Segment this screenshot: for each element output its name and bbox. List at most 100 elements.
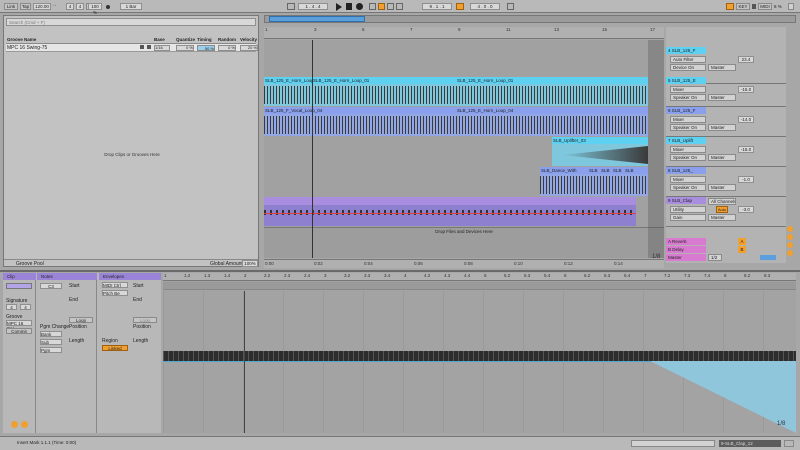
note-key-field[interactable]: C3 xyxy=(40,283,62,289)
master-cue[interactable]: 1/2 xyxy=(708,254,722,261)
bank-field[interactable]: Bank xyxy=(40,331,62,337)
param-chooser[interactable]: Speaker On xyxy=(670,94,706,101)
audio-clip[interactable]: SLB_125_E_Horn_Loop_01 xyxy=(456,77,648,106)
track-value[interactable]: 23.4 xyxy=(738,56,754,63)
device-chooser[interactable]: Mixer xyxy=(670,146,706,153)
track-value[interactable]: -3.0 xyxy=(738,206,754,213)
midi-clip[interactable] xyxy=(264,197,636,226)
record-icon[interactable] xyxy=(356,3,363,10)
loop-icon[interactable] xyxy=(396,3,403,10)
param-chooser[interactable]: Speaker On xyxy=(670,184,706,191)
track-header[interactable]: 7 SLB_Uplift Mixer Speaker On -15.0 Mast… xyxy=(666,137,786,167)
auto-button[interactable]: Auto xyxy=(716,206,728,213)
clip-circle-icon-2[interactable] xyxy=(21,421,28,428)
pgm-field[interactable]: Pgm xyxy=(40,347,62,353)
sends-toggle-icon[interactable] xyxy=(787,234,793,240)
groove-row[interactable]: MPC 16 Swing-75 1/16 0 % 50 % 0 % 20 % xyxy=(6,44,258,52)
track-lane[interactable] xyxy=(264,40,664,78)
track-name[interactable]: 7 SLB_Uplift xyxy=(666,137,706,144)
follow-icon[interactable] xyxy=(287,3,295,10)
automation-arm-icon[interactable] xyxy=(378,3,385,10)
groove-velocity[interactable]: 20 % xyxy=(240,45,258,51)
overview-strip[interactable] xyxy=(264,15,796,23)
position-field[interactable]: 1 . 4 . 4 xyxy=(298,3,328,10)
editor-fraction[interactable]: 1/8 xyxy=(777,421,785,427)
param-chooser[interactable]: Device On xyxy=(670,64,706,71)
audio-clip[interactable]: SLB xyxy=(612,167,624,196)
return-sends[interactable]: A xyxy=(738,238,746,245)
sub-field[interactable]: Sub xyxy=(40,339,62,345)
env-device-chooser[interactable]: MIDI Ctrl xyxy=(102,282,128,288)
groove-base[interactable]: 1/16 xyxy=(154,45,170,51)
groove-random[interactable]: 0 % xyxy=(218,45,236,51)
audio-clip[interactable]: SLB xyxy=(624,167,648,196)
overview-window[interactable] xyxy=(269,16,365,22)
loop-brace[interactable] xyxy=(163,282,796,290)
zoom-field[interactable]: 100 % xyxy=(88,3,102,15)
global-amount-field[interactable]: 100% xyxy=(242,260,258,267)
loop-length-field[interactable]: 4 . 0 . 0 xyxy=(470,3,500,10)
track-lane[interactable]: SLB_Dance_With SLB SLB SLB SLB xyxy=(264,167,664,198)
track-name[interactable]: 8 SLB_125_ xyxy=(666,167,706,174)
groove-timing[interactable]: 50 % xyxy=(197,45,215,51)
track-name[interactable]: 9 SLB_Clap xyxy=(666,197,706,204)
track-lane[interactable]: SLB_125_F_Vocal_Loop_04 SLB_125_E_Horn_L… xyxy=(264,107,664,138)
time-ruler[interactable]: 0:00 0:02 0:04 0:06 0:08 0:10 0:12 0:14 xyxy=(264,259,664,268)
arrangement-tracks[interactable]: SLB_125_E_Horn_Loop_01 SLB_125_E_Horn_Lo… xyxy=(264,40,664,258)
arr-fraction[interactable]: 1/8 xyxy=(652,254,660,260)
quantize-menu[interactable]: 1 Bar xyxy=(120,3,142,10)
param-chooser[interactable]: Speaker On xyxy=(670,124,706,131)
return-name[interactable]: B Delay xyxy=(666,246,706,253)
track-lane[interactable]: SLB_Uplifter_03 xyxy=(264,137,664,168)
return-name[interactable]: A Reverb xyxy=(666,238,706,245)
track-header[interactable]: 8 SLB_125_ Mixer Speaker On -1.0 Master xyxy=(666,167,786,197)
device-chooser[interactable]: Utility xyxy=(670,206,706,213)
signature-numerator[interactable]: 4 xyxy=(66,3,74,10)
track-header[interactable]: 5 SLB_125_E Mixer Speaker On -15.0 Maste… xyxy=(666,77,786,107)
tempo-field[interactable]: 120.00 xyxy=(33,3,51,10)
output-routing[interactable]: Master xyxy=(708,64,736,71)
return-track[interactable]: B Delay B xyxy=(666,246,786,254)
output-routing[interactable]: Master xyxy=(708,214,736,221)
audio-clip[interactable]: SLB_125_E_Horn_Loop_01 xyxy=(312,77,456,106)
param-chooser[interactable]: Speaker On xyxy=(670,154,706,161)
output-routing[interactable]: Master xyxy=(708,184,736,191)
io-toggle-icon[interactable] xyxy=(787,226,793,232)
computer-keyboard-icon[interactable] xyxy=(726,3,734,10)
input-chooser[interactable]: All Channels xyxy=(708,198,736,205)
midi-map-button[interactable]: MIDI xyxy=(758,3,772,10)
stop-icon[interactable] xyxy=(346,3,352,10)
track-name[interactable]: 5 SLB_125_E xyxy=(666,77,706,84)
env-param-chooser[interactable]: Pitch Be xyxy=(102,290,128,296)
audio-clip[interactable]: SLB_Dance_With xyxy=(540,167,588,196)
status-track[interactable]: 9-SLB_Clap_12 xyxy=(719,440,781,447)
device-chooser[interactable]: Mixer xyxy=(670,86,706,93)
arrangement-ruler[interactable]: 1 3 5 7 9 11 13 15 17 xyxy=(264,27,664,39)
audio-clip[interactable]: SLB xyxy=(600,167,612,196)
metronome-icon[interactable]: ‧‧ xyxy=(53,4,61,9)
signature-denominator[interactable]: 4 xyxy=(76,3,84,10)
status-icon[interactable] xyxy=(784,440,794,447)
key-map-button[interactable]: KEY xyxy=(736,3,750,10)
note-lane[interactable] xyxy=(163,351,796,361)
output-routing[interactable]: Master xyxy=(708,124,736,131)
track-name[interactable]: 6 SLB_125_F xyxy=(666,107,706,114)
device-chooser[interactable]: Mixer xyxy=(670,176,706,183)
draw-mode-icon[interactable] xyxy=(507,3,514,10)
env-loop-button[interactable]: Loop xyxy=(133,317,157,323)
loop-start-field[interactable]: 9 . 1 . 1 xyxy=(422,3,452,10)
tap-button[interactable]: Tap xyxy=(20,3,31,10)
audio-clip[interactable]: SLB_125_F_Vocal_Loop_04 xyxy=(264,107,456,136)
loop-switch-icon[interactable] xyxy=(456,3,464,10)
track-value[interactable]: -14.0 xyxy=(738,116,754,123)
device-chooser[interactable]: Auto Filter xyxy=(670,56,706,63)
search-input[interactable]: Search (Cmd + F) xyxy=(6,18,256,26)
return-track[interactable]: A Reverb A xyxy=(666,238,786,246)
return-sends[interactable]: B xyxy=(738,246,746,253)
track-header[interactable]: 6 SLB_125_F Mixer Speaker On -14.0 Maste… xyxy=(666,107,786,137)
clip-sig-num[interactable]: 4 xyxy=(6,304,17,310)
notes-loop-button[interactable]: Loop xyxy=(69,317,93,323)
track-lane[interactable] xyxy=(264,197,664,228)
commit-button[interactable]: Commit xyxy=(6,328,32,334)
track-lane[interactable]: SLB_125_E_Horn_Loop_01 SLB_125_E_Horn_Lo… xyxy=(264,77,664,108)
